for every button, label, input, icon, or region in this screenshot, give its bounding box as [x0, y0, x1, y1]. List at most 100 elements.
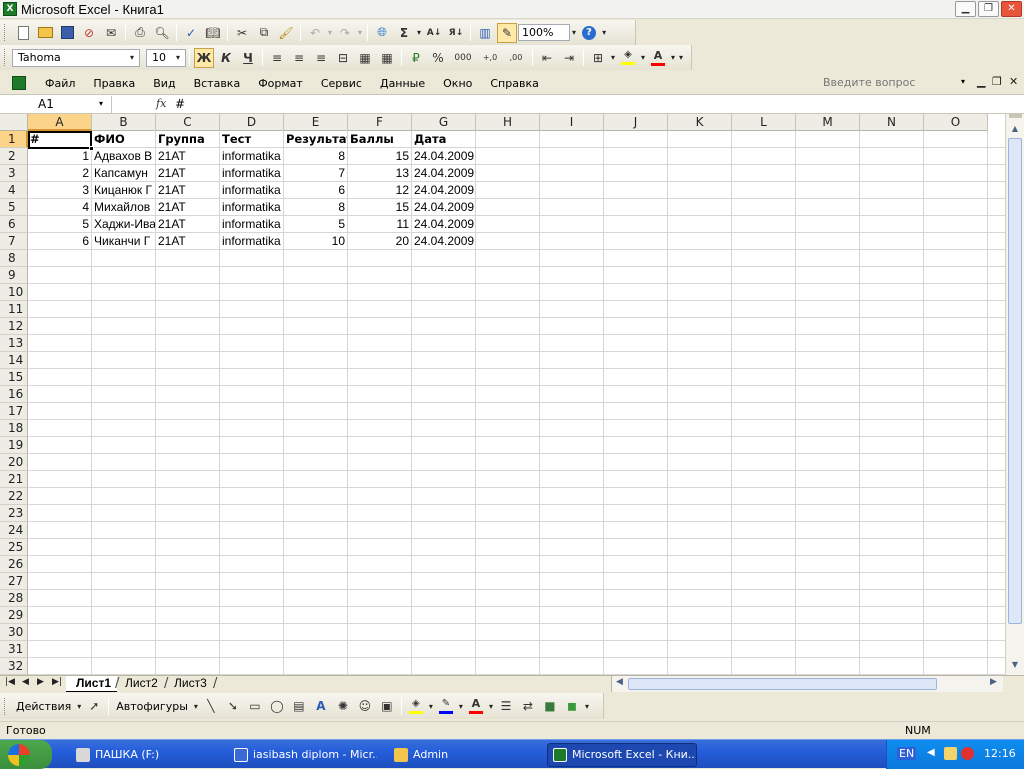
row-header[interactable]: 19	[0, 437, 28, 454]
undo-button[interactable]: ↶	[305, 23, 325, 43]
table-cell[interactable]: 5	[284, 216, 347, 233]
draw-fill-color-button[interactable]: ◈	[406, 696, 426, 716]
arrow-button[interactable]: ➘	[223, 696, 243, 716]
diagram-button[interactable]: ✺	[333, 696, 353, 716]
wrap-button[interactable]: ▦	[355, 48, 375, 68]
table-cell[interactable]: Капсамун	[92, 165, 155, 182]
menu-view[interactable]: Вид	[144, 77, 184, 90]
minimize-button[interactable]: ▁	[955, 1, 976, 17]
font-size-select[interactable]: 10 ▾	[146, 48, 186, 67]
row-header[interactable]: 2	[0, 148, 28, 165]
sheet-tab-1[interactable]: Лист1	[66, 676, 118, 692]
row-header[interactable]: 27	[0, 573, 28, 590]
open-button[interactable]	[35, 23, 55, 43]
row-header[interactable]: 8	[0, 250, 28, 267]
table-cell[interactable]: informatika	[220, 182, 283, 199]
redo-button[interactable]: ↷	[335, 23, 355, 43]
row-header[interactable]: 11	[0, 301, 28, 318]
workbook-icon[interactable]	[12, 76, 26, 90]
table-cell[interactable]: 24.04.2009	[412, 182, 486, 199]
hyperlink-button[interactable]: 🌐︎	[372, 23, 392, 43]
row-header[interactable]: 10	[0, 284, 28, 301]
toolbar-grip[interactable]	[4, 24, 7, 41]
table-cell[interactable]: 21АТ	[156, 182, 219, 199]
align-center-button[interactable]: ≡	[289, 48, 309, 68]
table-cell[interactable]: Хаджи-Ива	[92, 216, 155, 233]
menu-help[interactable]: Справка	[481, 77, 547, 90]
table-cell[interactable]: informatika	[220, 233, 283, 250]
table-cell[interactable]: informatika	[220, 165, 283, 182]
doc-close-icon[interactable]: ✕	[1009, 75, 1018, 88]
column-header[interactable]: E	[284, 114, 348, 131]
oval-button[interactable]: ◯	[267, 696, 287, 716]
row-header[interactable]: 24	[0, 522, 28, 539]
table-cell[interactable]: 15	[348, 148, 411, 165]
table-cell[interactable]: 21АТ	[156, 165, 219, 182]
taskbar-item-admin[interactable]: Admin	[388, 743, 538, 767]
line-button[interactable]: ╲	[201, 696, 221, 716]
header-cell[interactable]: Результат	[284, 131, 347, 148]
column-header[interactable]: K	[668, 114, 732, 131]
menu-insert[interactable]: Вставка	[185, 77, 250, 90]
column-header[interactable]: D	[220, 114, 284, 131]
print-button[interactable]: ⎙	[130, 23, 150, 43]
column-header[interactable]: M	[796, 114, 860, 131]
table-cell[interactable]: 7	[284, 165, 347, 182]
toolbar-options-icon[interactable]: ▾	[602, 28, 606, 37]
picture-button[interactable]: ▣	[377, 696, 397, 716]
sort-asc-button[interactable]: A↓	[424, 23, 444, 43]
zoom-dropdown-icon[interactable]: ▾	[572, 28, 576, 37]
row-header[interactable]: 29	[0, 607, 28, 624]
chevron-down-icon[interactable]: ▾	[99, 99, 103, 108]
table-cell[interactable]: Адвахов В	[92, 148, 155, 165]
prev-sheet-icon[interactable]: ◀	[22, 677, 29, 687]
column-header[interactable]: G	[412, 114, 476, 131]
network-icon[interactable]	[944, 747, 957, 760]
doc-minimize-icon[interactable]: ▁	[977, 75, 985, 88]
table-cell[interactable]: informatika	[220, 148, 283, 165]
wordart-button[interactable]: A	[311, 696, 331, 716]
select-objects-button[interactable]: ➚	[84, 696, 104, 716]
menu-tools[interactable]: Сервис	[312, 77, 371, 90]
shadow-button[interactable]: ■	[540, 696, 560, 716]
column-header[interactable]: C	[156, 114, 220, 131]
draw-font-color-button[interactable]: A	[466, 696, 486, 716]
table-cell[interactable]: 21АТ	[156, 216, 219, 233]
increase-indent-button[interactable]: ⇥	[559, 48, 579, 68]
split-handle[interactable]	[1009, 114, 1022, 118]
first-sheet-icon[interactable]: |◀	[5, 677, 15, 687]
sort-desc-button[interactable]: Я↓	[446, 23, 466, 43]
tray-expand-icon[interactable]: ◀	[927, 747, 940, 760]
row-header[interactable]: 25	[0, 539, 28, 556]
chevron-down-icon[interactable]: ▾	[961, 77, 965, 86]
currency-button[interactable]: ₽	[406, 48, 426, 68]
rectangle-button[interactable]: ▭	[245, 696, 265, 716]
language-indicator[interactable]: EN	[897, 747, 917, 760]
row-header[interactable]: 4	[0, 182, 28, 199]
autosum-button[interactable]: Σ	[394, 23, 414, 43]
table-cell[interactable]: 24.04.2009	[412, 216, 486, 233]
table-cell[interactable]: Чиканчи Г	[92, 233, 155, 250]
table-cell[interactable]: 2	[28, 165, 91, 182]
active-cell-cursor[interactable]	[28, 131, 92, 149]
row-header[interactable]: 23	[0, 505, 28, 522]
sheet-tab-2[interactable]: Лист2	[115, 676, 164, 692]
table-cell[interactable]: 10	[284, 233, 347, 250]
row-header[interactable]: 17	[0, 403, 28, 420]
menu-file[interactable]: Файл	[36, 77, 84, 90]
row-header[interactable]: 3	[0, 165, 28, 182]
table-cell[interactable]: 21АТ	[156, 199, 219, 216]
table-cell[interactable]: Михайлов	[92, 199, 155, 216]
table-cell[interactable]: 24.04.2009	[412, 233, 486, 250]
scroll-left-icon[interactable]: ◀	[616, 677, 623, 687]
table-cell[interactable]: 1	[28, 148, 91, 165]
row-header[interactable]: 13	[0, 335, 28, 352]
actions-menu[interactable]: Действия	[12, 700, 75, 713]
horizontal-scrollbar[interactable]: ◀ ▶	[611, 676, 1003, 692]
row-header[interactable]: 15	[0, 369, 28, 386]
line-style-button[interactable]: ☰	[496, 696, 516, 716]
italic-button[interactable]: К	[216, 48, 236, 68]
scroll-down-icon[interactable]: ▼	[1008, 658, 1022, 672]
email-button[interactable]: ✉	[101, 23, 121, 43]
header-cell[interactable]: Тест	[220, 131, 283, 148]
